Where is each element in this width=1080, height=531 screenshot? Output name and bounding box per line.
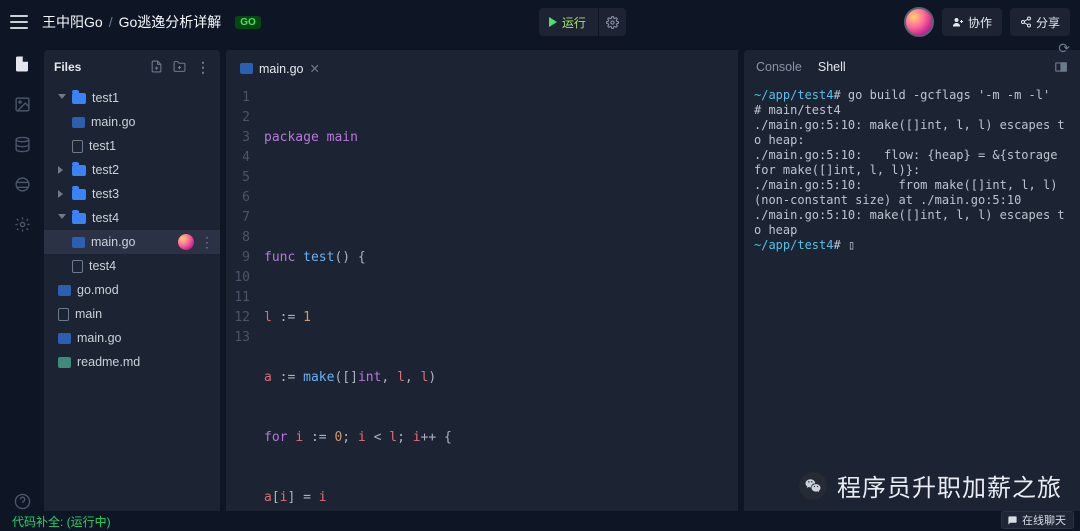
file-icon [72,140,83,153]
tab-console[interactable]: Console [756,60,802,74]
menu-burger-icon[interactable] [10,15,28,29]
file-more-icon[interactable]: ⋮ [200,235,214,249]
tab-shell[interactable]: Shell [818,60,846,74]
file-icon [72,260,83,273]
breadcrumb-author[interactable]: 王中阳Go [42,12,103,32]
refresh-icon[interactable]: ⟳ [1058,40,1070,57]
go-file-icon [72,237,85,248]
globe-tab-icon[interactable] [12,174,32,194]
picture-tab-icon[interactable] [12,94,32,114]
share-button[interactable]: 分享 [1010,8,1070,36]
online-chat-button[interactable]: 在线聊天 [1001,511,1074,529]
code-editor: main.go ✕ 12345678910111213 package main… [226,50,738,511]
collaborate-button[interactable]: 协作 [942,8,1002,36]
chevron-down-icon [58,214,66,222]
chevron-right-icon [58,166,66,174]
breadcrumb-title[interactable]: Go逃逸分析详解 [119,12,222,32]
code-content[interactable]: package main func test() { l := 1 a := m… [258,84,738,511]
status-bar: 代码补全: (运行中) [0,511,1080,531]
sidebar-title: Files [54,60,81,74]
go-file-icon [58,285,71,296]
close-icon[interactable]: ✕ [309,61,319,76]
user-avatar[interactable] [904,7,934,37]
go-file-icon [58,333,71,344]
file-test4-main-go[interactable]: main.go⋮ [44,230,220,254]
go-file-icon [72,117,85,128]
editor-tab-main-go[interactable]: main.go ✕ [230,54,330,84]
person-add-icon [952,16,964,28]
folder-icon [72,165,86,176]
settings-tab-icon[interactable] [12,214,32,234]
activity-bar [0,44,44,511]
new-file-icon[interactable] [150,60,163,74]
database-tab-icon[interactable] [12,134,32,154]
folder-test4[interactable]: test4 [44,206,220,230]
file-main-go[interactable]: main.go [44,326,220,350]
go-file-icon [240,63,253,74]
chat-icon [1007,515,1018,526]
new-folder-icon[interactable] [173,60,186,74]
chevron-right-icon [58,190,66,198]
file-main[interactable]: main [44,302,220,326]
file-go-mod[interactable]: go.mod [44,278,220,302]
folder-test2[interactable]: test2 [44,158,220,182]
right-panel: Console Shell ⟳ ~/app/test4# go build -g… [744,50,1080,511]
run-button[interactable]: 运行 [539,8,598,36]
file-test4-test4[interactable]: test4 [44,254,220,278]
play-icon [549,17,557,27]
help-icon[interactable] [12,491,32,511]
files-tab-icon[interactable] [12,54,32,74]
presence-avatar [178,234,194,250]
breadcrumb: 王中阳Go / Go逃逸分析详解 GO [42,12,261,32]
folder-test3[interactable]: test3 [44,182,220,206]
status-text: 代码补全: (运行中) [12,513,111,530]
folder-icon [72,213,86,224]
share-icon [1020,16,1032,28]
file-test1-main-go[interactable]: main.go [44,110,220,134]
file-sidebar: Files ⋮ test1 main.go test1 test2 test3 … [44,50,220,511]
terminal-output[interactable]: ~/app/test4# go build -gcflags '-m -m -l… [744,84,1080,511]
folder-test1[interactable]: test1 [44,86,220,110]
file-test1-test1[interactable]: test1 [44,134,220,158]
chevron-down-icon [58,94,66,102]
file-readme-md[interactable]: readme.md [44,350,220,374]
gear-icon [606,16,619,29]
sidebar-more-icon[interactable]: ⋮ [196,60,210,74]
markdown-file-icon [58,357,71,368]
folder-icon [72,189,86,200]
run-config-button[interactable] [598,8,626,36]
folder-icon [72,93,86,104]
language-badge: GO [235,16,261,29]
line-gutter: 12345678910111213 [226,84,258,511]
panel-window-icon[interactable] [1054,60,1068,74]
file-icon [58,308,69,321]
